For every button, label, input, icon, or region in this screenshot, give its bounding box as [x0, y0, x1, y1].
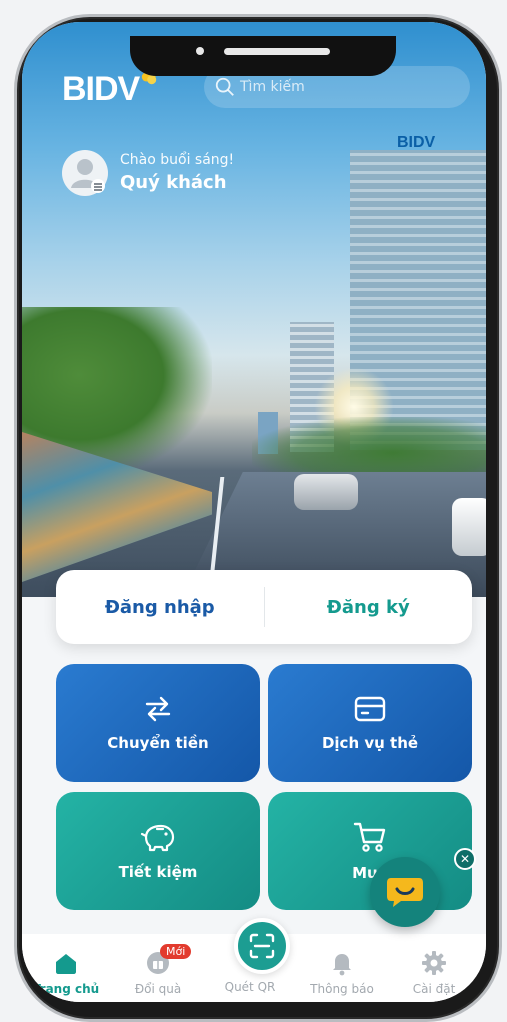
tile-label: Tiết kiệm: [118, 863, 198, 881]
user-name: Quý khách: [120, 172, 227, 193]
tab-label: Quét QR: [224, 980, 276, 994]
cart-icon: [353, 822, 386, 852]
car: [452, 498, 486, 556]
car: [294, 474, 358, 510]
chatbot-button[interactable]: [370, 857, 440, 927]
tile-label: Dịch vụ thẻ: [321, 734, 419, 752]
piggy-bank-icon: [140, 824, 175, 852]
chat-bubble-icon: [387, 878, 423, 907]
transfer-tile[interactable]: Chuyển tiền: [56, 664, 260, 782]
login-button[interactable]: Đăng nhập: [56, 597, 264, 618]
tab-rewards[interactable]: Mới Đổi quà: [118, 944, 198, 996]
app-screen: BIDV BIDV Tìm kiếm Chào buổi sáng! Quý k…: [22, 22, 486, 1002]
search-icon: [215, 77, 234, 96]
tab-label: Đổi quà: [134, 982, 182, 996]
greeting-text: Chào buổi sáng!: [120, 152, 235, 168]
tab-label: Trang chủ: [32, 982, 100, 996]
bidv-logo: BIDV: [62, 69, 158, 109]
logo-text: BIDV: [62, 70, 140, 108]
greeting-block: Chào buổi sáng! Quý khách: [120, 152, 234, 193]
bell-icon: [333, 954, 351, 976]
qr-scan-icon: [249, 933, 275, 959]
card-service-tile[interactable]: Dịch vụ thẻ: [268, 664, 472, 782]
user-icon: [71, 159, 105, 193]
tab-label: Thông báo: [310, 982, 374, 996]
auth-card: Đăng nhập Đăng ký: [56, 570, 472, 644]
tab-qr[interactable]: Quét QR: [210, 980, 290, 994]
avatar[interactable]: [62, 150, 108, 196]
transfer-icon: [145, 696, 171, 722]
tile-label: Chuyển tiền: [107, 734, 209, 752]
tab-notifications[interactable]: Thông báo: [302, 950, 382, 996]
register-button[interactable]: Đăng ký: [265, 597, 473, 618]
tab-settings[interactable]: Cài đặt: [394, 950, 474, 996]
home-icon: [56, 954, 76, 974]
close-chat-icon[interactable]: ✕: [454, 848, 476, 870]
qr-scan-button[interactable]: [234, 918, 290, 974]
savings-tile[interactable]: Tiết kiệm: [56, 792, 260, 910]
tab-home[interactable]: Trang chủ: [26, 950, 106, 996]
trees: [252, 417, 486, 477]
search-placeholder: Tìm kiếm: [240, 79, 305, 95]
phone-notch: [130, 36, 396, 76]
gear-icon: [422, 951, 446, 975]
tab-label: Cài đặt: [412, 982, 456, 996]
card-icon: [354, 696, 386, 722]
new-badge: Mới: [160, 944, 192, 959]
building-sign: BIDV: [397, 134, 436, 151]
